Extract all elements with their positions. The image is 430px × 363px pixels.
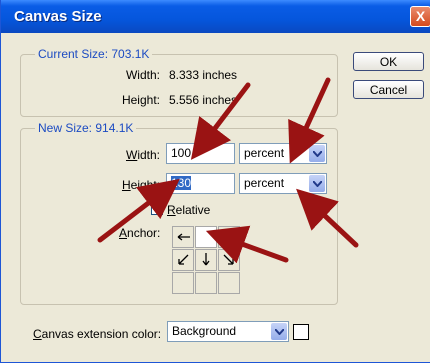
height-input-value: 130	[171, 176, 192, 190]
close-icon: X	[415, 8, 426, 24]
anchor-top-left[interactable]	[172, 226, 194, 248]
new-height-label: Height:	[121, 178, 160, 192]
title-bar[interactable]: Canvas Size X	[1, 0, 430, 33]
extension-color-label: Canvas extension color:	[33, 327, 162, 341]
width-input[interactable]: 100	[166, 143, 235, 164]
anchor-middle-right[interactable]	[218, 249, 240, 271]
anchor-bottom-right[interactable]	[218, 272, 240, 294]
current-size-group	[20, 54, 338, 117]
height-unit-value: percent	[244, 176, 285, 190]
extension-color-swatch[interactable]	[293, 324, 309, 340]
arrow-left-icon	[177, 233, 190, 241]
chevron-down-icon[interactable]	[309, 175, 325, 192]
arrow-down-right-icon	[223, 254, 234, 265]
width-unit-value: percent	[244, 146, 285, 160]
anchor-middle-left[interactable]	[172, 249, 194, 271]
current-width-label: Width:	[125, 68, 160, 82]
relative-label: Relative	[167, 203, 211, 217]
current-size-legend: Current Size: 703.1K	[35, 47, 153, 61]
anchor-top-right[interactable]	[218, 226, 240, 248]
anchor-grid	[172, 226, 241, 295]
current-height-value: 5.556 inches	[169, 93, 238, 107]
anchor-bottom-center[interactable]	[195, 272, 217, 294]
height-unit-select[interactable]: percent	[239, 173, 327, 194]
anchor-bottom-left[interactable]	[172, 272, 194, 294]
arrow-down-icon	[202, 253, 210, 266]
chevron-down-icon[interactable]	[271, 323, 287, 340]
width-unit-select[interactable]: percent	[239, 143, 327, 164]
relative-checkbox[interactable]	[151, 203, 163, 215]
current-width-value: 8.333 inches	[169, 68, 238, 82]
new-size-legend: New Size: 914.1K	[35, 121, 137, 135]
cancel-button[interactable]: Cancel	[353, 80, 424, 99]
arrow-right-icon	[222, 233, 235, 241]
anchor-label: Anchor:	[119, 226, 161, 240]
extension-color-value: Background	[172, 324, 237, 338]
height-input[interactable]: 130	[166, 173, 235, 194]
arrow-down-left-icon	[178, 254, 189, 265]
chevron-down-icon[interactable]	[309, 145, 325, 162]
width-input-value: 100	[171, 146, 192, 160]
ok-button[interactable]: OK	[353, 52, 424, 71]
close-button[interactable]: X	[410, 6, 430, 27]
new-width-label: Width:	[125, 148, 160, 162]
dialog-title: Canvas Size	[14, 8, 102, 25]
canvas-size-dialog: Canvas Size X Current Size: 703.1K Width…	[0, 0, 430, 363]
anchor-middle-center[interactable]	[195, 249, 217, 271]
extension-color-select[interactable]: Background	[167, 321, 289, 342]
anchor-top-center[interactable]	[195, 226, 217, 248]
current-height-label: Height:	[121, 93, 160, 107]
